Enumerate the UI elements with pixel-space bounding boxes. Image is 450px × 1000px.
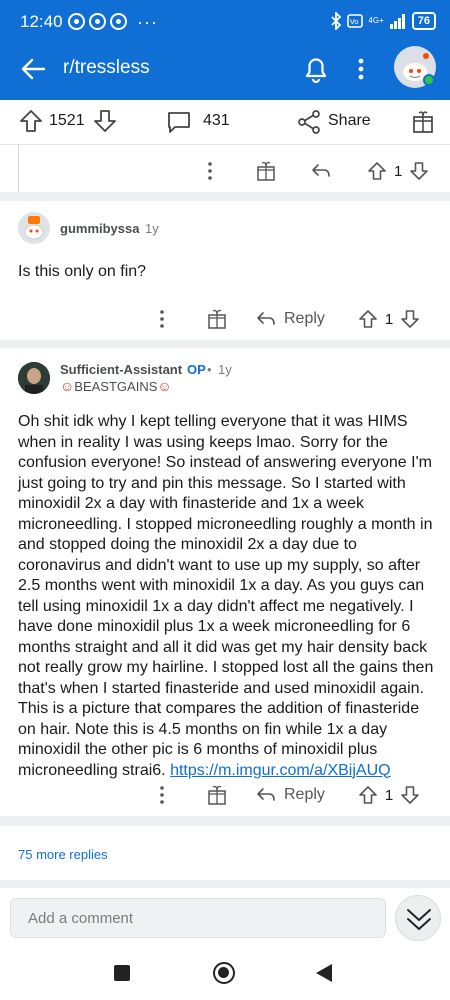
chrome-icon	[68, 13, 85, 30]
system-nav-bar	[0, 945, 450, 1000]
op-badge: OP	[187, 362, 206, 377]
add-comment-placeholder: Add a comment	[28, 910, 134, 927]
more-options-icon[interactable]	[152, 308, 172, 330]
status-time: 12:40	[20, 12, 63, 31]
devil-emoji-icon: ☺	[157, 378, 172, 394]
share-button[interactable]: Share	[328, 112, 371, 130]
award-icon[interactable]	[207, 308, 227, 330]
back-arrow-icon[interactable]	[18, 54, 48, 84]
battery-icon: 76	[411, 12, 436, 30]
flair-text: BEASTGAINS	[74, 378, 158, 394]
upvote-icon[interactable]	[18, 108, 44, 134]
reply-icon[interactable]	[310, 160, 332, 182]
comment-age: 1y	[218, 362, 232, 377]
subreddit-title[interactable]: r/tressless	[63, 57, 150, 79]
more-icon: ···	[137, 11, 158, 32]
back-button[interactable]	[315, 963, 333, 983]
vote-count: 1	[384, 310, 394, 328]
comment-count: 431	[203, 112, 230, 129]
bell-icon[interactable]	[302, 54, 330, 84]
recents-button[interactable]	[114, 965, 130, 981]
meta-dot: •	[207, 362, 212, 377]
system-icons: Vo 4G+ 76	[330, 12, 436, 30]
more-replies-link[interactable]: 75 more replies	[18, 847, 108, 862]
comment-age: 1y	[145, 221, 159, 236]
vote-count: 1	[394, 162, 403, 180]
imgur-link[interactable]: https://m.imgur.com/a/XBijAUQ	[170, 762, 391, 779]
volte-icon: Vo	[347, 14, 364, 28]
downvote-icon[interactable]	[92, 108, 118, 134]
status-bar: 12:40 ··· Vo 4G+ 76	[0, 0, 450, 44]
comment-card: Sufficient-Assistant OP • 1y ☺ BEASTGAIN…	[0, 348, 450, 816]
vote-count: 1	[384, 786, 394, 804]
avatar[interactable]	[18, 212, 50, 244]
reply-icon[interactable]	[255, 308, 277, 330]
avatar[interactable]	[18, 362, 50, 394]
more-options-icon[interactable]	[200, 160, 220, 182]
reply-button[interactable]: Reply	[284, 786, 325, 804]
post-action-card: 1521 431 Share 1	[0, 100, 450, 192]
award-icon[interactable]	[207, 784, 227, 806]
notification-icons: ···	[68, 11, 158, 32]
chrome-icon	[89, 13, 106, 30]
comment-username[interactable]: gummibyssa	[60, 221, 139, 236]
network-type: 4G+	[368, 16, 384, 25]
share-icon[interactable]	[296, 109, 322, 135]
thread-line	[18, 144, 19, 192]
downvote-icon[interactable]	[399, 308, 421, 330]
more-replies-card: 75 more replies	[0, 826, 450, 880]
previous-comment-actions: 1	[200, 156, 430, 186]
nav-bar: r/tressless	[0, 44, 450, 100]
upvote-icon[interactable]	[357, 784, 379, 806]
downvote-icon[interactable]	[399, 784, 421, 806]
comment-icon[interactable]	[166, 109, 192, 135]
bluetooth-icon	[331, 12, 342, 30]
chrome-icon	[110, 13, 127, 30]
comment-actions: Reply 1	[152, 780, 421, 810]
award-icon[interactable]	[411, 109, 435, 135]
kebab-icon[interactable]	[354, 56, 368, 82]
comment-card: gummibyssa 1y Is this only on fin? Reply…	[0, 201, 450, 340]
award-icon[interactable]	[256, 160, 276, 182]
upvote-icon[interactable]	[366, 160, 388, 182]
comment-username[interactable]: Sufficient-Assistant	[60, 362, 182, 377]
double-chevron-down-icon	[407, 909, 431, 930]
downvote-icon[interactable]	[408, 160, 430, 182]
add-comment-input[interactable]: Add a comment	[10, 898, 386, 938]
comment-actions: Reply 1	[152, 304, 421, 334]
reply-icon[interactable]	[255, 784, 277, 806]
signal-icon	[389, 14, 405, 29]
jump-next-button[interactable]	[395, 895, 441, 941]
home-button[interactable]	[213, 962, 235, 984]
top-app-bar: 12:40 ··· Vo 4G+ 76 r/tressless	[0, 0, 450, 100]
more-options-icon[interactable]	[152, 784, 172, 806]
user-flair: ☺ BEASTGAINS ☺	[60, 378, 172, 394]
divider	[0, 144, 450, 145]
online-indicator	[423, 74, 435, 86]
upvote-count: 1521	[49, 112, 85, 129]
svg-text:Vo: Vo	[350, 18, 359, 26]
comment-body: Oh shit idk why I kept telling everyone …	[18, 412, 434, 781]
reply-button[interactable]: Reply	[284, 310, 325, 328]
devil-emoji-icon: ☺	[60, 378, 75, 394]
comment-body: Is this only on fin?	[18, 263, 147, 280]
upvote-icon[interactable]	[357, 308, 379, 330]
comment-text: Oh shit idk why I kept telling everyone …	[18, 413, 434, 779]
